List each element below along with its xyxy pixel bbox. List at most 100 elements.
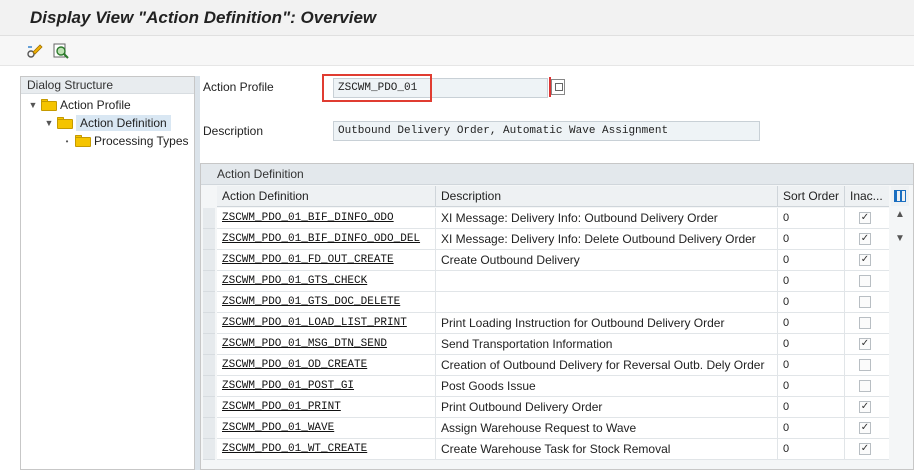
sort-order-cell: 0 bbox=[778, 418, 845, 438]
inactive-cell bbox=[845, 355, 889, 375]
sort-order-cell: 0 bbox=[778, 439, 845, 459]
tree-item-label: Action Profile bbox=[60, 98, 131, 112]
table-row[interactable]: ZSCWM_PDO_01_LOAD_LIST_PRINT Print Loadin… bbox=[203, 313, 889, 334]
action-definition-cell[interactable]: ZSCWM_PDO_01_BIF_DINFO_ODO_DEL bbox=[217, 229, 436, 249]
row-selector[interactable] bbox=[203, 313, 215, 334]
inactive-checkbox[interactable] bbox=[859, 317, 871, 329]
table-row[interactable]: ZSCWM_PDO_01_PRINT Print Outbound Deliver… bbox=[203, 397, 889, 418]
tree-item-processing-types[interactable]: • Processing Types bbox=[61, 132, 189, 150]
dialog-structure-panel: Dialog Structure ▼ Action Profile ▼ Acti… bbox=[20, 76, 195, 470]
inactive-checkbox[interactable]: ✓ bbox=[859, 233, 871, 245]
row-selector[interactable] bbox=[203, 271, 215, 292]
table-header: Action Definition Description Sort Order… bbox=[217, 186, 889, 207]
title-bar: Display View "Action Definition": Overvi… bbox=[0, 0, 914, 36]
action-definition-cell[interactable]: ZSCWM_PDO_01_OD_CREATE bbox=[217, 355, 436, 375]
row-selector[interactable] bbox=[203, 250, 215, 271]
column-settings-button[interactable] bbox=[891, 186, 909, 206]
action-definition-cell[interactable]: ZSCWM_PDO_01_GTS_CHECK bbox=[217, 271, 436, 291]
tree-item-action-definition[interactable]: ▼ Action Definition bbox=[43, 114, 171, 132]
description-cell: XI Message: Delivery Info: Outbound Deli… bbox=[436, 208, 778, 228]
column-header-description[interactable]: Description bbox=[436, 186, 778, 207]
dialog-structure-header: Dialog Structure bbox=[21, 77, 194, 94]
action-definition-cell[interactable]: ZSCWM_PDO_01_PRINT bbox=[217, 397, 436, 417]
row-selector[interactable] bbox=[203, 439, 215, 460]
inactive-checkbox[interactable]: ✓ bbox=[859, 401, 871, 413]
sort-order-cell: 0 bbox=[778, 208, 845, 228]
inactive-cell: ✓ bbox=[845, 250, 889, 270]
action-definition-cell[interactable]: ZSCWM_PDO_01_POST_GI bbox=[217, 376, 436, 396]
sort-order-cell: 0 bbox=[778, 334, 845, 354]
table-title: Action Definition bbox=[201, 164, 913, 185]
row-selector[interactable] bbox=[203, 334, 215, 355]
scroll-down-icon[interactable]: ▼ bbox=[895, 233, 905, 244]
sort-order-cell: 0 bbox=[778, 355, 845, 375]
value-help-button[interactable] bbox=[551, 79, 565, 95]
row-selector[interactable] bbox=[203, 355, 215, 376]
action-definition-cell[interactable]: ZSCWM_PDO_01_GTS_DOC_DELETE bbox=[217, 292, 436, 312]
inactive-cell bbox=[845, 313, 889, 333]
bullet-icon: • bbox=[65, 136, 69, 146]
inactive-checkbox[interactable]: ✓ bbox=[859, 443, 871, 455]
inactive-checkbox[interactable] bbox=[859, 296, 871, 308]
inactive-checkbox[interactable] bbox=[859, 275, 871, 287]
vertical-scrollbar[interactable]: ▲ ▼ bbox=[891, 207, 909, 469]
table-row[interactable]: ZSCWM_PDO_01_BIF_DINFO_ODO_DEL XI Message… bbox=[203, 229, 889, 250]
table-row[interactable]: ZSCWM_PDO_01_FD_OUT_CREATE Create Outboun… bbox=[203, 250, 889, 271]
scroll-up-icon[interactable]: ▲ bbox=[895, 209, 905, 220]
row-selector[interactable] bbox=[203, 292, 215, 313]
description-cell: Send Transportation Information bbox=[436, 334, 778, 354]
inactive-checkbox[interactable]: ✓ bbox=[859, 212, 871, 224]
tree-item-action-profile[interactable]: ▼ Action Profile bbox=[27, 96, 131, 114]
row-selector[interactable] bbox=[203, 376, 215, 397]
table-row[interactable]: ZSCWM_PDO_01_MSG_DTN_SEND Send Transporta… bbox=[203, 334, 889, 355]
description-cell: Assign Warehouse Request to Wave bbox=[436, 418, 778, 438]
action-definition-cell[interactable]: ZSCWM_PDO_01_FD_OUT_CREATE bbox=[217, 250, 436, 270]
action-definition-cell[interactable]: ZSCWM_PDO_01_WAVE bbox=[217, 418, 436, 438]
inactive-cell bbox=[845, 271, 889, 291]
table-row[interactable]: ZSCWM_PDO_01_POST_GI Post Goods Issue 0 bbox=[203, 376, 889, 397]
action-definition-cell[interactable]: ZSCWM_PDO_01_MSG_DTN_SEND bbox=[217, 334, 436, 354]
inactive-checkbox[interactable]: ✓ bbox=[859, 422, 871, 434]
expand-arrow-icon[interactable]: ▼ bbox=[43, 117, 55, 129]
action-definition-cell[interactable]: ZSCWM_PDO_01_BIF_DINFO_ODO bbox=[217, 208, 436, 228]
inactive-cell bbox=[845, 292, 889, 312]
action-definition-table: Action Definition Action Definition Desc… bbox=[200, 163, 914, 470]
action-definition-cell[interactable]: ZSCWM_PDO_01_WT_CREATE bbox=[217, 439, 436, 459]
table-row[interactable]: ZSCWM_PDO_01_OD_CREATE Creation of Outbou… bbox=[203, 355, 889, 376]
description-cell: XI Message: Delivery Info: Delete Outbou… bbox=[436, 229, 778, 249]
row-selector[interactable] bbox=[203, 229, 215, 250]
find-button[interactable] bbox=[50, 40, 72, 62]
table-row[interactable]: ZSCWM_PDO_01_WT_CREATE Create Warehouse T… bbox=[203, 439, 889, 460]
display-change-icon bbox=[27, 44, 43, 58]
row-selector[interactable] bbox=[203, 418, 215, 439]
table-row[interactable]: ZSCWM_PDO_01_GTS_DOC_DELETE 0 bbox=[203, 292, 889, 313]
sort-order-cell: 0 bbox=[778, 313, 845, 333]
tree-item-label: Processing Types bbox=[94, 134, 189, 148]
application-toolbar bbox=[0, 36, 914, 66]
sort-order-cell: 0 bbox=[778, 397, 845, 417]
inactive-cell bbox=[845, 376, 889, 396]
inactive-checkbox[interactable] bbox=[859, 359, 871, 371]
table-row[interactable]: ZSCWM_PDO_01_BIF_DINFO_ODO XI Message: De… bbox=[203, 208, 889, 229]
sort-order-cell: 0 bbox=[778, 271, 845, 291]
column-header-sort-order[interactable]: Sort Order bbox=[778, 186, 845, 207]
row-selector[interactable] bbox=[203, 397, 215, 418]
column-header-action-definition[interactable]: Action Definition bbox=[217, 186, 436, 207]
inactive-checkbox[interactable] bbox=[859, 380, 871, 392]
inactive-checkbox[interactable]: ✓ bbox=[859, 338, 871, 350]
description-cell: Creation of Outbound Delivery for Revers… bbox=[436, 355, 778, 375]
action-definition-cell[interactable]: ZSCWM_PDO_01_LOAD_LIST_PRINT bbox=[217, 313, 436, 333]
description-cell bbox=[436, 292, 778, 312]
column-header-inactive[interactable]: Inac... bbox=[845, 186, 889, 207]
table-row[interactable]: ZSCWM_PDO_01_WAVE Assign Warehouse Reques… bbox=[203, 418, 889, 439]
inactive-cell: ✓ bbox=[845, 418, 889, 438]
inactive-cell: ✓ bbox=[845, 208, 889, 228]
table-row[interactable]: ZSCWM_PDO_01_GTS_CHECK 0 bbox=[203, 271, 889, 292]
inactive-checkbox[interactable]: ✓ bbox=[859, 254, 871, 266]
description-cell bbox=[436, 271, 778, 291]
sort-order-cell: 0 bbox=[778, 229, 845, 249]
display-change-button[interactable] bbox=[24, 40, 46, 62]
expand-arrow-icon[interactable]: ▼ bbox=[27, 99, 39, 111]
row-selector[interactable] bbox=[203, 208, 215, 229]
folder-open-icon bbox=[57, 117, 73, 129]
